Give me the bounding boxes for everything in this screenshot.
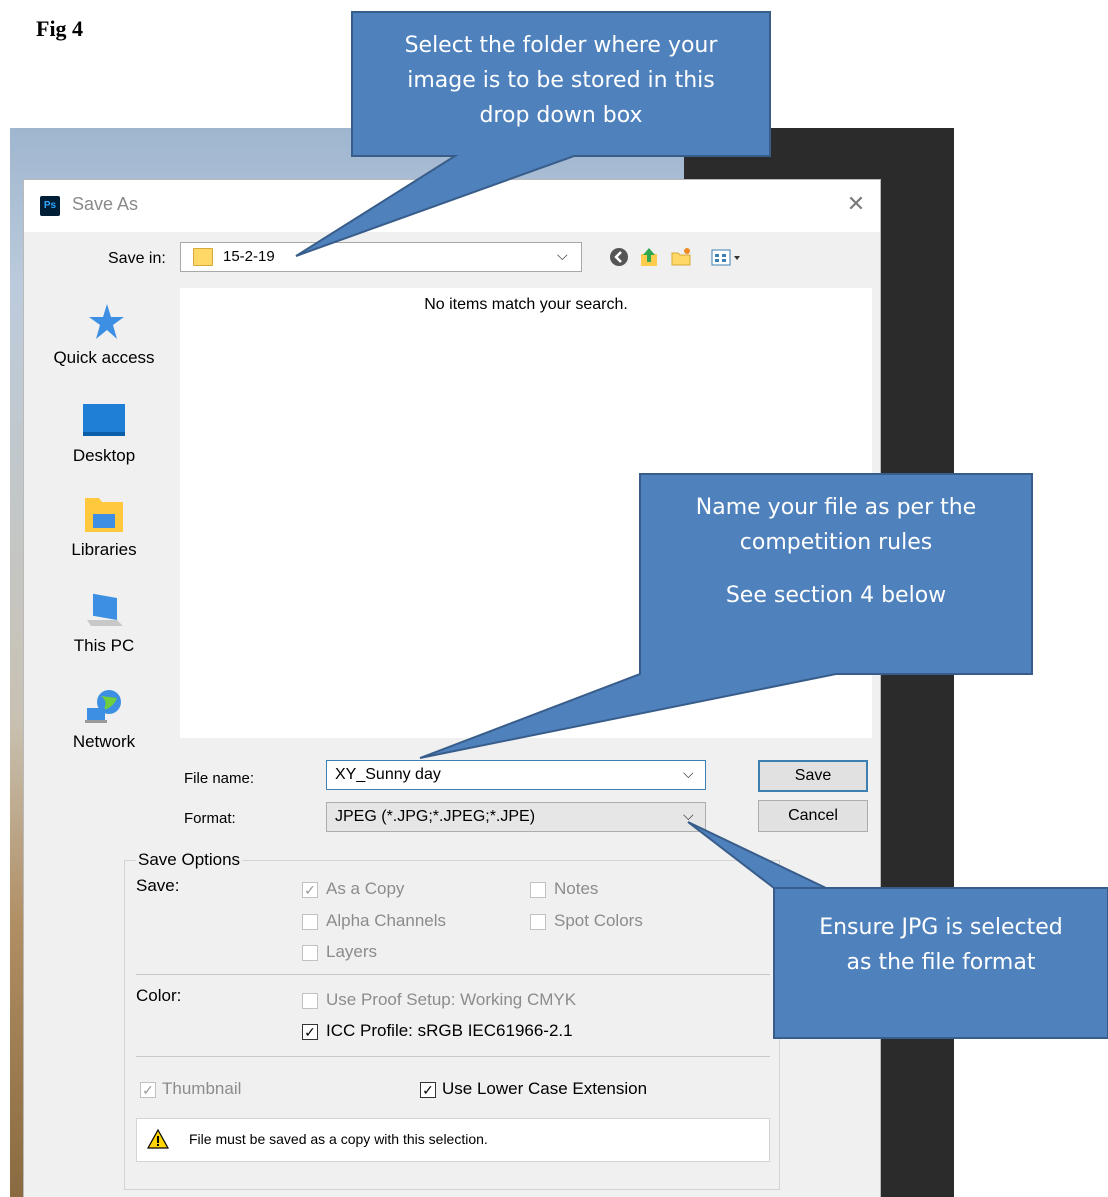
- callout-name: Name your file as per the competition ru…: [640, 490, 1032, 613]
- callout-line: Name your file as per the: [695, 495, 977, 520]
- callout-line: Select the folder where your: [404, 33, 718, 58]
- callout-line: competition rules: [739, 530, 933, 555]
- callout-line: Ensure JPG is selected: [819, 915, 1063, 940]
- callout-format: Ensure JPG is selected as the file forma…: [774, 910, 1108, 980]
- callout-folder: Select the folder where your image is to…: [352, 28, 770, 133]
- callout-line: image is to be stored in this: [407, 68, 715, 93]
- callout-line: drop down box: [479, 103, 643, 128]
- callout-line: as the file format: [846, 950, 1036, 975]
- callout-line: See section 4 below: [725, 583, 947, 608]
